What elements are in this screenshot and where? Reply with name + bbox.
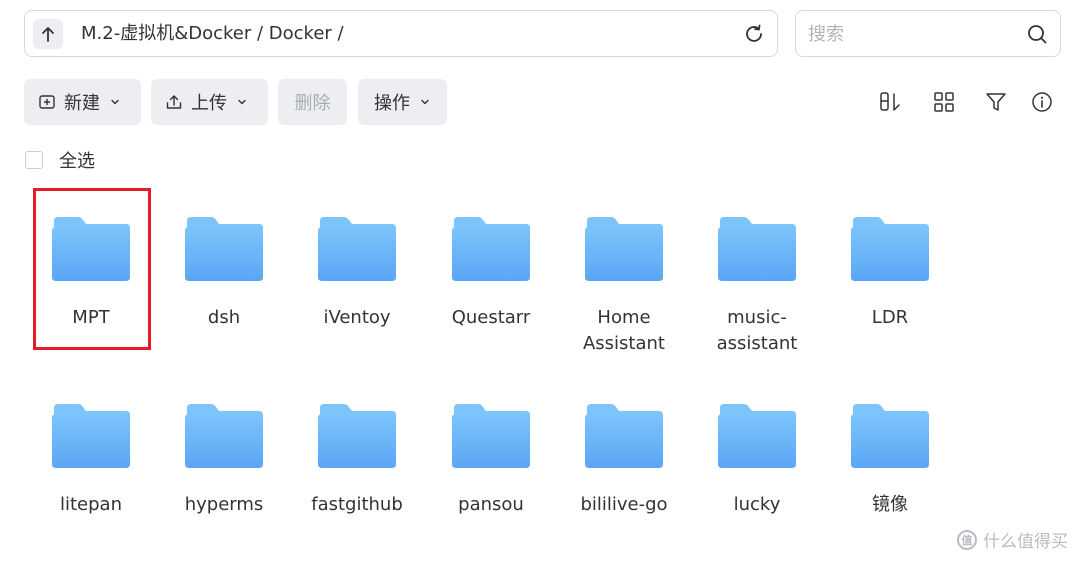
folder-name: 镜像 [872,494,908,515]
info-icon[interactable] [1030,90,1054,114]
folder-icon [585,217,663,281]
grid-view-icon[interactable] [932,90,956,114]
chevron-down-icon [111,99,119,105]
folder-name: iVentoy [323,307,391,328]
upload-button[interactable]: 上传 [151,79,268,125]
folder-item[interactable]: music-assistant [697,215,817,357]
folder-name: fastgithub [311,494,403,515]
search-icon[interactable] [1026,23,1048,45]
arrow-up-icon [42,27,54,42]
chevron-down-icon [238,99,246,105]
watermark-logo-icon: 值 [957,529,977,550]
select-all-checkbox[interactable] [25,151,43,169]
folder-icon [718,217,796,281]
folder-name: bililive-go [580,494,668,515]
action-button[interactable]: 操作 [358,79,447,125]
sort-icon[interactable] [879,90,903,114]
folder-name: Questarr [451,307,531,328]
search-box [795,10,1061,57]
folder-icon [851,404,929,468]
folder-name: music-assistant [716,307,798,354]
folder-icon [851,217,929,281]
chevron-down-icon [421,99,429,105]
folder-name: Home Assistant [582,307,665,354]
folder-item[interactable]: LDR [830,215,950,331]
folder-item[interactable]: Questarr [431,215,551,331]
folder-item[interactable]: iVentoy [297,215,417,331]
folder-icon [318,217,396,281]
folder-item[interactable]: bililive-go [564,402,684,518]
folder-item[interactable]: litepan [31,402,151,518]
folder-icon [452,404,530,468]
folder-icon [52,404,130,468]
folder-name: hyperms [184,494,264,515]
folder-item[interactable]: 镜像 [830,402,950,518]
new-button-label: 新建 [64,93,100,114]
select-all[interactable]: 全选 [25,149,95,172]
action-button-label: 操作 [374,93,410,114]
search-input[interactable] [806,17,1010,52]
folder-icon [318,404,396,468]
folder-name: dsh [207,307,241,328]
folder-name: litepan [60,494,122,515]
path-bar: M.2-虚拟机&Docker / Docker / [24,10,778,57]
delete-button-label: 删除 [294,93,331,114]
folder-item[interactable]: lucky [697,402,817,518]
breadcrumb-path[interactable]: M.2-虚拟机&Docker / Docker / [81,11,344,56]
folder-name: LDR [871,307,909,328]
select-all-label: 全选 [59,151,95,172]
folder-name: lucky [733,494,781,515]
folder-item[interactable]: Home Assistant [564,215,684,357]
folder-item[interactable]: pansou [431,402,551,518]
folder-icon [718,404,796,468]
upload-icon [166,95,182,109]
folder-item[interactable]: fastgithub [297,402,417,518]
highlight-annotation [33,188,151,350]
folder-icon [185,217,263,281]
watermark: 值 什么值得买 [957,527,1068,552]
watermark-text: 什么值得买 [983,532,1068,552]
delete-button[interactable]: 删除 [278,79,347,125]
filter-icon[interactable] [984,90,1008,114]
upload-button-label: 上传 [191,93,227,114]
folder-icon [185,404,263,468]
refresh-icon[interactable] [743,23,765,45]
folder-icon [585,404,663,468]
folder-item[interactable]: dsh [164,215,284,331]
folder-icon [452,217,530,281]
folder-item[interactable]: hyperms [164,402,284,518]
new-button[interactable]: 新建 [24,79,141,125]
up-directory-button[interactable] [33,19,63,49]
new-item-icon [39,95,55,109]
folder-name: pansou [458,494,524,515]
